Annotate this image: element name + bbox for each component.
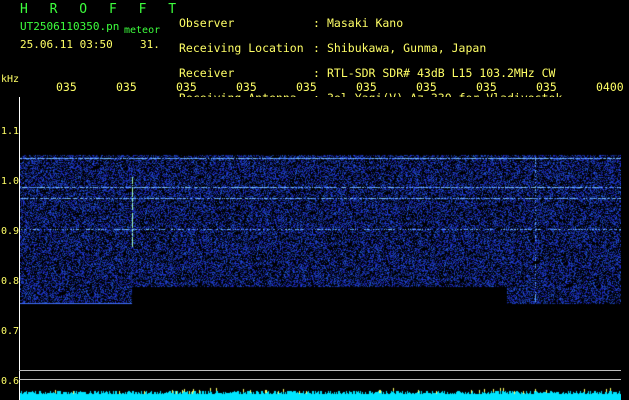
freq-tick-label: 0.7 [1, 326, 20, 337]
datetime-label: 25.06.11 03:50 [20, 38, 113, 51]
frequency-unit-label: kHz [1, 74, 20, 85]
time-tick-label: 035 [116, 80, 137, 94]
meteor-label: meteor [124, 25, 161, 36]
reference-line [19, 370, 621, 371]
receiver-label: Receiver [179, 66, 235, 81]
freq-tick-label: 1.0 [1, 176, 20, 187]
file-name: UT2506110350.pn [20, 20, 120, 33]
separator: : [313, 41, 320, 56]
time-tick-label: 035 [236, 80, 257, 94]
time-tick-label: 035 [296, 80, 317, 94]
time-tick-label: 035 [416, 80, 437, 94]
time-tick-label: 035 [476, 80, 497, 94]
time-tick-label: 035 [536, 80, 557, 94]
reference-line [19, 379, 621, 380]
receiver-value: RTL-SDR SDR# 43dB L15 103.2MHz CW [327, 66, 556, 81]
freq-tick-label: 0.8 [1, 276, 20, 287]
separator: : [313, 66, 320, 81]
time-tick-label: 035 [356, 80, 377, 94]
time-tick-label: 035 [176, 80, 197, 94]
spectrogram-plot [19, 97, 621, 400]
meteor-count: 31. [140, 38, 160, 51]
separator: : [313, 16, 320, 31]
freq-tick-label: 0.9 [1, 226, 20, 237]
frequency-axis-line [19, 97, 20, 400]
observer-value: Masaki Kano [327, 16, 404, 31]
observer-label: Observer [179, 16, 235, 31]
location-label: Receiving Location [179, 41, 304, 56]
freq-tick-label: 0.6 [1, 376, 20, 387]
time-tick-label: 0400 [596, 80, 624, 94]
time-tick-label: 035 [56, 80, 77, 94]
app-title: H R O F F T [20, 2, 184, 17]
freq-tick-label: 1.1 [1, 126, 20, 137]
location-value: Shibukawa, Gunma, Japan [327, 41, 487, 56]
